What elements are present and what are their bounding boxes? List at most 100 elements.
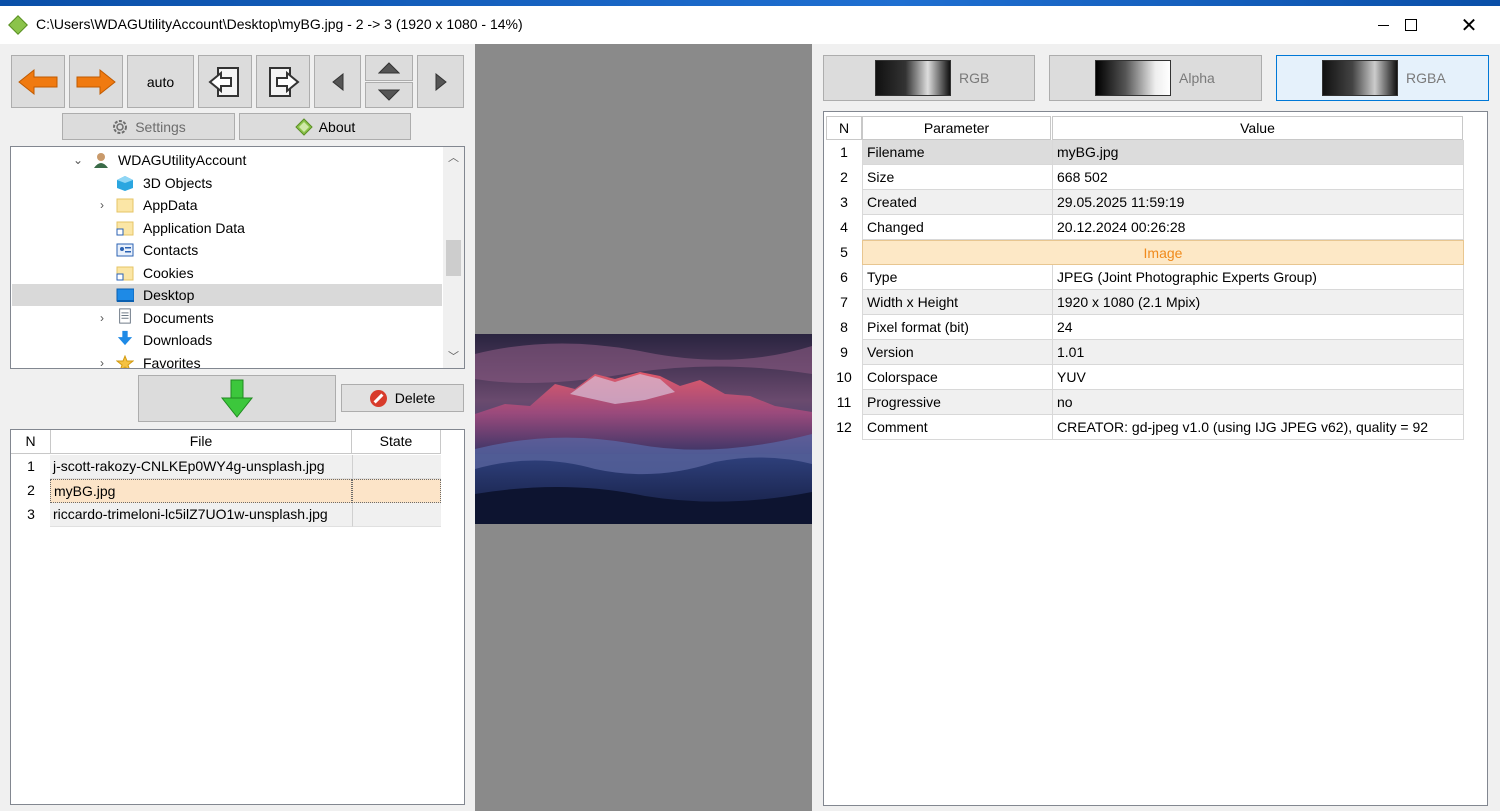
value-cell: YUV [1052, 365, 1464, 390]
page-arrow-right-icon [269, 66, 300, 97]
tree-item-label: Contacts [143, 242, 199, 258]
rgb-thumbnail-icon [875, 60, 951, 96]
tree-item-contacts[interactable]: Contacts [12, 239, 442, 261]
auto-label: auto [146, 73, 175, 90]
tab-label: RGB [959, 70, 990, 86]
file-list[interactable]: N File State 1 j-scott-rakozy-CNLKEp0WY4… [10, 429, 465, 805]
file-name: myBG.jpg [50, 479, 352, 503]
value-cell: 29.05.2025 11:59:19 [1052, 190, 1464, 215]
downloads-icon [117, 330, 133, 346]
chevron-down-icon[interactable]: ﹀ [443, 348, 464, 366]
tree-item-downloads[interactable]: Downloads [12, 329, 442, 351]
folder-tree[interactable]: ⌄ WDAGUtilityAccount 3D Objects › AppDat… [10, 146, 465, 369]
page-arrow-left-icon [208, 66, 239, 97]
shortcut-folder-icon [116, 221, 134, 236]
tree-item-label: 3D Objects [143, 175, 213, 191]
settings-label: Settings [135, 118, 186, 135]
column-header-n[interactable]: N [826, 116, 862, 140]
row-number: 3 [840, 194, 848, 210]
close-button[interactable]: ✕ [1440, 6, 1498, 44]
row-number: 7 [840, 294, 848, 310]
folder-icon [116, 198, 134, 213]
preview-image [475, 334, 812, 524]
rgba-thumbnail-icon [1322, 60, 1398, 96]
parameter-cell: Version [862, 340, 1052, 365]
file-name: riccardo-trimeloni-lc5ilZ7UO1w-unsplash.… [50, 503, 352, 527]
title-bar: C:\Users\WDAGUtilityAccount\Desktop\myBG… [0, 6, 1500, 44]
next-file-button[interactable] [69, 55, 123, 108]
tab-alpha[interactable]: Alpha [1049, 55, 1262, 101]
tree-item-3d-objects[interactable]: 3D Objects [12, 172, 442, 194]
tree-item-label: AppData [143, 197, 198, 213]
parameter-cell: Colorspace [862, 365, 1052, 390]
row-number: 11 [836, 394, 852, 410]
value-cell: 1.01 [1052, 340, 1464, 365]
value-cell: no [1052, 390, 1464, 415]
value-cell: JPEG (Joint Photographic Experts Group) [1052, 265, 1464, 290]
parameter-cell: Filename [862, 140, 1052, 165]
triangle-left-icon [331, 72, 343, 91]
value-cell: 20.12.2024 00:26:28 [1052, 215, 1464, 240]
column-header-value[interactable]: Value [1052, 116, 1463, 140]
auto-button[interactable]: auto [127, 55, 194, 108]
row-number: 1 [27, 458, 35, 474]
file-state [352, 455, 441, 479]
row-number: 12 [836, 419, 852, 435]
properties-table[interactable]: N Parameter Value 1 Filename myBG.jpg 2 … [823, 111, 1488, 806]
parameter-cell: Comment [862, 415, 1052, 440]
parameter-cell: Progressive [862, 390, 1052, 415]
tree-item-appdata[interactable]: › AppData [12, 194, 442, 216]
green-arrow-down-icon [220, 379, 254, 418]
tree-item-favorites[interactable]: › Favorites [12, 352, 442, 369]
scroll-left-button[interactable] [314, 55, 361, 108]
tree-item-desktop[interactable]: Desktop [12, 284, 442, 306]
scrollbar-thumb[interactable] [446, 240, 461, 276]
tree-scrollbar[interactable]: ︿ ﹀ [443, 147, 464, 368]
tree-item-application-data[interactable]: Application Data [12, 217, 442, 239]
column-header-file[interactable]: File [50, 430, 352, 454]
tab-rgba[interactable]: RGBA [1276, 55, 1489, 101]
move-down-button[interactable] [138, 375, 336, 422]
scroll-right-button[interactable] [417, 55, 464, 108]
contacts-icon [116, 243, 134, 257]
scroll-down-button[interactable] [365, 82, 413, 108]
value-cell: 668 502 [1052, 165, 1464, 190]
image-preview[interactable] [475, 44, 812, 811]
about-button[interactable]: About [239, 113, 411, 140]
rotate-left-button[interactable] [198, 55, 252, 108]
chevron-right-icon[interactable]: › [96, 311, 108, 325]
window-title: C:\Users\WDAGUtilityAccount\Desktop\myBG… [36, 16, 523, 32]
settings-button[interactable]: Settings [62, 113, 235, 140]
row-number: 9 [840, 344, 848, 360]
column-header-state[interactable]: State [351, 430, 441, 454]
file-state [352, 503, 441, 527]
diamond-app-icon [294, 117, 313, 136]
section-header-image: Image [862, 240, 1464, 265]
delete-button[interactable]: Delete [341, 384, 464, 412]
user-icon [94, 153, 108, 168]
tree-item-cookies[interactable]: Cookies [12, 262, 442, 284]
row-number: 3 [27, 506, 35, 522]
chevron-down-icon[interactable]: ⌄ [72, 153, 84, 167]
chevron-right-icon[interactable]: › [96, 356, 108, 368]
tree-item-wdagutilityaccount[interactable]: ⌄ WDAGUtilityAccount [12, 149, 442, 171]
tab-rgb[interactable]: RGB [823, 55, 1035, 101]
column-header-parameter[interactable]: Parameter [862, 116, 1051, 140]
row-number: 6 [840, 269, 848, 285]
delete-label: Delete [394, 390, 436, 406]
chevron-right-icon[interactable]: › [96, 198, 108, 212]
previous-file-button[interactable] [11, 55, 65, 108]
scroll-up-button[interactable] [365, 55, 413, 81]
tree-item-label: Cookies [143, 265, 194, 281]
row-number: 10 [836, 369, 852, 385]
tree-item-documents[interactable]: › Documents [12, 307, 442, 329]
maximize-button[interactable] [1382, 6, 1440, 44]
rotate-right-button[interactable] [256, 55, 310, 108]
chevron-up-icon[interactable]: ︿ [443, 149, 464, 167]
value-cell: CREATOR: gd-jpeg v1.0 (using IJG JPEG v6… [1052, 415, 1464, 440]
tree-item-label: Favorites [143, 355, 201, 369]
value-cell: 24 [1052, 315, 1464, 340]
column-header-n[interactable]: N [11, 430, 51, 454]
alpha-thumbnail-icon [1095, 60, 1171, 96]
row-number: 5 [840, 244, 848, 260]
